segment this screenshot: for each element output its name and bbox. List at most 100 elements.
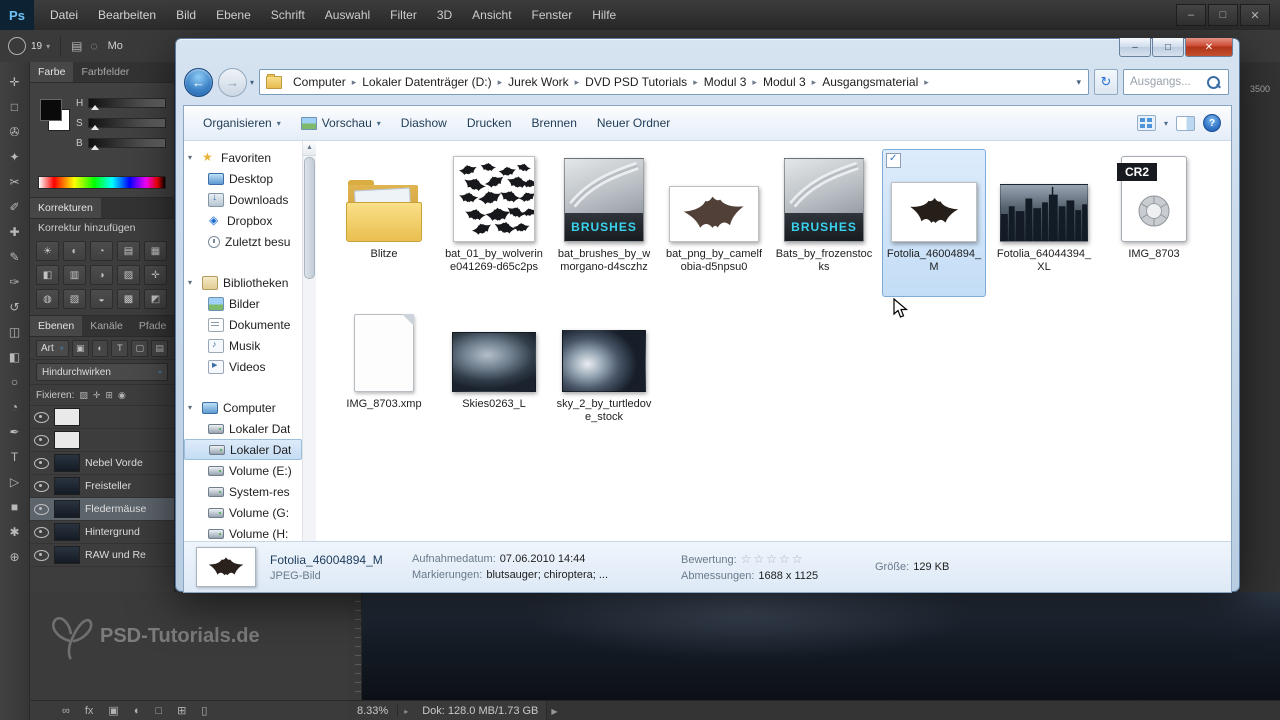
lock-icon[interactable]: ⊞ [105, 390, 113, 401]
ps-minimize-button[interactable]: – [1176, 4, 1206, 26]
breadcrumb-item[interactable]: Lokaler Datenträger (D:) [356, 75, 497, 89]
airbrush-icon[interactable]: ◌ [90, 39, 97, 53]
preview-pane-icon[interactable] [1176, 116, 1195, 131]
layers-footer-icon[interactable]: ▣ [108, 704, 118, 717]
ps-menu-item[interactable]: Ebene [206, 0, 261, 30]
blend-mode-dropdown[interactable]: Hindurchwirken ▾ [36, 363, 168, 381]
breadcrumb-item[interactable]: Modul 3 [757, 75, 812, 89]
layers-footer-icon[interactable]: ∞ [62, 705, 70, 717]
ps-menu-item[interactable]: Schrift [261, 0, 315, 30]
visibility-eye-icon[interactable] [34, 458, 49, 469]
layer-filter-icon[interactable]: T [111, 340, 128, 357]
tab-farbfelder[interactable]: Farbfelder [73, 62, 137, 82]
expander-icon[interactable]: ▾ [188, 153, 197, 162]
ps-menu-item[interactable]: Hilfe [582, 0, 626, 30]
search-icon[interactable] [1207, 76, 1220, 89]
sidebar-item[interactable]: Volume (G: [184, 502, 302, 523]
adjustment-icon[interactable]: ✛ [144, 265, 167, 285]
commandbar-drucken[interactable]: Drucken [458, 112, 521, 134]
refresh-button[interactable]: ↻ [1094, 69, 1118, 95]
adjustment-icon[interactable]: ▤ [117, 241, 140, 261]
sidebar-item[interactable]: Musik [184, 335, 302, 356]
lock-icon[interactable]: ◉ [118, 390, 126, 401]
ps-maximize-button[interactable]: □ [1208, 4, 1238, 26]
sidebar-section-header[interactable]: ▾Computer [184, 397, 302, 418]
commandbar-brennen[interactable]: Brennen [523, 112, 586, 134]
adjustment-icon[interactable]: ◐ [63, 241, 86, 261]
pen-tool[interactable]: ✒ [3, 420, 27, 444]
chevron-down-icon[interactable]: ▾ [1164, 119, 1168, 128]
address-dropdown-icon[interactable]: ▾ [1069, 77, 1088, 88]
layer-row[interactable]: Freisteller [30, 475, 174, 498]
adjustment-icon[interactable]: ◧ [36, 265, 59, 285]
visibility-eye-icon[interactable] [34, 504, 49, 515]
scroll-right-icon[interactable]: ▶ [547, 707, 557, 716]
ps-menu-item[interactable]: Filter [380, 0, 427, 30]
marquee-tool[interactable]: □ [3, 95, 27, 119]
explorer-titlebar[interactable]: –□✕ [176, 39, 1239, 63]
change-view-icon[interactable] [1137, 115, 1156, 131]
adjustment-icon[interactable]: ◩ [144, 289, 167, 309]
explorer-close-button[interactable]: ✕ [1185, 38, 1233, 57]
chevron-down-icon[interactable]: ▾ [46, 42, 50, 51]
address-bar[interactable]: Computer▸Lokaler Datenträger (D:)▸Jurek … [259, 69, 1089, 95]
healing-brush-tool[interactable]: ✚ [3, 220, 27, 244]
lock-icon[interactable]: ▨ [79, 390, 88, 401]
sidebar-item[interactable]: System-res [184, 481, 302, 502]
breadcrumb-item[interactable]: DVD PSD Tutorials [579, 75, 693, 89]
ps-menu-item[interactable]: Ansicht [462, 0, 521, 30]
selection-checkbox[interactable] [886, 153, 901, 168]
sidebar-scrollbar[interactable]: ▲ [302, 141, 316, 541]
breadcrumb-item[interactable]: Modul 3 [698, 75, 753, 89]
ps-close-button[interactable]: ✕ [1240, 4, 1270, 26]
path-selection-tool[interactable]: ▷ [3, 470, 27, 494]
foreground-color-swatch[interactable] [40, 99, 62, 121]
slider-marker-icon[interactable] [91, 105, 99, 110]
tab-farbe[interactable]: Farbe [30, 62, 73, 82]
color-spectrum-ramp[interactable] [38, 176, 166, 189]
ps-menu-item[interactable]: Bild [166, 0, 206, 30]
clone-stamp-tool[interactable]: ✑ [3, 270, 27, 294]
layer-row[interactable]: Nebel Vorde [30, 452, 174, 475]
sidebar-section-header[interactable]: ▾Favoriten [184, 147, 302, 168]
crop-tool[interactable]: ✂ [3, 170, 27, 194]
sidebar-item[interactable]: Dropbox [184, 210, 302, 231]
adjustment-icon[interactable]: ◔ [90, 241, 113, 261]
tab-pfade[interactable]: Pfade [131, 316, 174, 336]
history-brush-tool[interactable]: ↺ [3, 295, 27, 319]
ps-menu-item[interactable]: Bearbeiten [88, 0, 166, 30]
commandbar-organisieren[interactable]: Organisieren▾ [194, 112, 290, 134]
status-menu-arrow-icon[interactable]: ▸ [398, 707, 414, 716]
sidebar-item[interactable]: Downloads [184, 189, 302, 210]
adjustment-icon[interactable]: ▥ [63, 265, 86, 285]
visibility-eye-icon[interactable] [34, 550, 49, 561]
brush-tool[interactable]: ✎ [3, 245, 27, 269]
brush-preview-icon[interactable] [8, 37, 26, 55]
breadcrumb-item[interactable]: Jurek Work [502, 75, 574, 89]
layers-footer-icon[interactable]: ⊞ [177, 704, 186, 717]
adjustment-icon[interactable]: ▨ [117, 265, 140, 285]
file-tile[interactable]: bat_png_by_camelfobia-d5npsu0 [662, 149, 766, 297]
adjustment-icon[interactable]: ▦ [144, 241, 167, 261]
sidebar-item[interactable]: Volume (H: [184, 523, 302, 541]
document-canvas[interactable] [362, 592, 1280, 700]
sidebar-section-header[interactable]: ▾Bibliotheken [184, 272, 302, 293]
scroll-up-icon[interactable]: ▲ [303, 141, 316, 156]
sidebar-item[interactable]: Bilder [184, 293, 302, 314]
ps-menu-item[interactable]: 3D [427, 0, 462, 30]
search-input[interactable]: Ausgangs... [1124, 76, 1207, 88]
eyedropper-tool[interactable]: ✐ [3, 195, 27, 219]
layer-row[interactable]: RAW und Re [30, 544, 174, 567]
file-tile[interactable]: IMG_8703.xmp [332, 299, 436, 447]
blur-tool[interactable]: ○ [3, 370, 27, 394]
visibility-eye-icon[interactable] [34, 527, 49, 538]
file-tile[interactable]: sky_2_by_turtledove_stock [552, 299, 656, 447]
expander-icon[interactable]: ▾ [188, 278, 197, 287]
commandbar-diashow[interactable]: Diashow [392, 112, 456, 134]
lasso-tool[interactable]: ✇ [3, 120, 27, 144]
eraser-tool[interactable]: ◫ [3, 320, 27, 344]
layer-filter-icon[interactable]: ◐ [92, 340, 109, 357]
type-tool[interactable]: T [3, 445, 27, 469]
slider-ramp[interactable] [88, 138, 166, 148]
layer-filter-icon[interactable]: ▢ [131, 340, 148, 357]
